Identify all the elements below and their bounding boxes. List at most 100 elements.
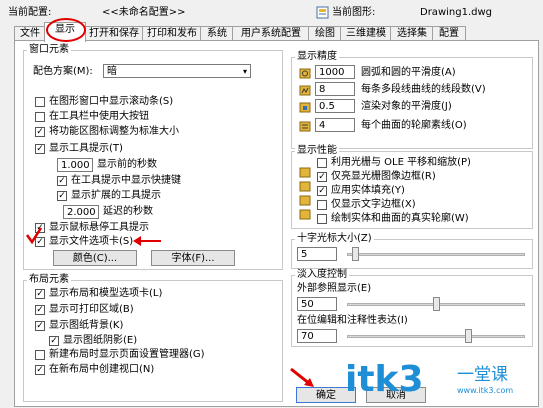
current-drawing-label: 当前图形: [332, 7, 376, 18]
printable-area-label: 显示可打印区域(B) [49, 304, 134, 315]
xref-display-value: 50 [301, 299, 314, 310]
tooltips-label: 显示工具提示(T) [49, 143, 123, 154]
show-extended-label: 显示扩展的工具提示 [71, 190, 161, 201]
fonts-button[interactable]: 字体(F)... [151, 250, 235, 266]
rollover-tooltips-label: 显示鼠标悬停工具提示 [49, 222, 149, 233]
render-smoothness-input[interactable]: 0.5 [315, 99, 355, 113]
solid-fill-label: 应用实体填充(Y) [331, 185, 405, 196]
true-silhouettes-check [317, 214, 327, 224]
red-checkmark-annotation [25, 227, 43, 245]
polyline-segments-icon [299, 84, 311, 96]
tab-open-save[interactable]: 打开和保存 [84, 26, 144, 41]
tab-system[interactable]: 系统 [200, 26, 234, 41]
contour-lines-label: 每个曲面的轮廓素线(O) [361, 120, 467, 131]
polyline-segments-input[interactable]: 8 [315, 82, 355, 96]
extended-delay-value: 2.000 [67, 207, 96, 218]
text-frame-icon [299, 208, 311, 220]
layout-model-tabs-check [35, 289, 45, 299]
solid-fill-check [317, 186, 327, 196]
paper-background-check [35, 321, 45, 331]
ribbon-icons-check [35, 127, 45, 137]
render-smoothness-label: 渲染对象的平滑度(J) [361, 101, 452, 112]
crosshair-slider-track [347, 253, 525, 256]
file-tabs-label: 显示文件选项卡(S) [49, 236, 134, 247]
raster-frame-check [317, 172, 327, 182]
raster-frame-icon [299, 180, 311, 192]
inplace-edit-label: 在位编辑和注释性表达(I) [297, 315, 408, 326]
color-scheme-select[interactable]: 暗 ▾ [103, 64, 251, 78]
display-tab-panel: 窗口元素 配色方案(M): 暗 ▾ 在图形窗口中显示滚动条(S) 在工具栏中使用… [14, 40, 539, 407]
page-setup-manager-label: 新建布局时显示页面设置管理器(G) [49, 349, 205, 360]
contour-lines-input[interactable]: 4 [315, 118, 355, 132]
ribbon-icons-label: 将功能区图标调整为标准大小 [49, 126, 179, 137]
large-buttons-check [35, 112, 45, 122]
printable-area-check [35, 305, 45, 315]
tooltip-delay-label: 显示前的秒数 [97, 159, 157, 170]
inplace-edit-input[interactable]: 70 [297, 329, 337, 343]
color-scheme-value: 暗 [107, 66, 117, 77]
create-viewport-label: 在新布局中创建视口(N) [49, 364, 155, 375]
layout-elements-title: 布局元素 [27, 274, 71, 286]
watermark-logo: itk3 一堂课 www.itk3.com [345, 358, 535, 406]
text-frame-label: 仅显示文字边框(X) [331, 199, 416, 210]
paper-shadow-label: 显示图纸阴影(E) [63, 335, 138, 346]
tooltip-delay-value: 1.000 [61, 160, 90, 171]
tab-drafting[interactable]: 绘图 [308, 26, 342, 41]
paper-shadow-check [49, 336, 59, 346]
render-smoothness-value: 0.5 [319, 101, 335, 112]
arc-smoothness-input[interactable]: 1000 [315, 65, 355, 79]
show-shortcut-check [57, 176, 67, 186]
colors-button[interactable]: 颜色(C)... [53, 250, 137, 266]
arc-smoothness-value: 1000 [319, 67, 345, 78]
render-smoothness-icon [299, 101, 311, 113]
tooltip-delay-input[interactable]: 1.000 [57, 158, 93, 172]
tab-3d-modeling[interactable]: 三维建模 [340, 26, 392, 41]
layout-model-tabs-label: 显示布局和模型选项卡(L) [49, 288, 163, 299]
inplace-slider[interactable] [465, 329, 472, 343]
text-frame-check [317, 200, 327, 210]
extended-delay-input[interactable]: 2.000 [63, 205, 99, 219]
inplace-edit-value: 70 [301, 331, 314, 342]
window-elements-title: 窗口元素 [27, 44, 71, 56]
raster-ole-check [317, 158, 327, 168]
tooltips-check [35, 144, 45, 154]
display-performance-title: 显示性能 [295, 145, 339, 157]
large-buttons-label: 在工具栏中使用大按钮 [49, 111, 149, 122]
crosshair-size-value: 5 [301, 249, 308, 260]
page-setup-manager-check [35, 350, 45, 360]
raster-frame-label: 仅亮显光栅图像边框(R) [331, 171, 436, 182]
crosshair-slider[interactable] [352, 247, 359, 261]
solid-fill-icon [299, 194, 311, 206]
polyline-segments-label: 每条多段线曲线的线段数(V) [361, 84, 486, 95]
raster-ole-icon [299, 166, 311, 178]
color-scheme-label: 配色方案(M): [33, 66, 93, 77]
tab-plot-publish[interactable]: 打印和发布 [142, 26, 202, 41]
tab-highlight-circle [46, 18, 86, 42]
tab-selection[interactable]: 选择集 [390, 26, 434, 41]
crosshair-title: 十字光标大小(Z) [295, 233, 374, 245]
true-silhouettes-label: 绘制实体和曲面的真实轮廓(W) [331, 213, 469, 224]
crosshair-size-input[interactable]: 5 [297, 247, 337, 261]
red-arrow-annotation [133, 236, 161, 246]
show-shortcut-label: 在工具提示中显示快捷键 [71, 175, 181, 186]
arc-smoothness-label: 圆弧和圆的平滑度(A) [361, 67, 456, 78]
display-resolution-title: 显示精度 [295, 51, 339, 63]
xref-display-label: 外部参照显示(E) [297, 283, 372, 294]
paper-background-label: 显示图纸背景(K) [49, 320, 124, 331]
polyline-segments-value: 8 [319, 84, 326, 95]
red-arrow-ok-annotation [290, 367, 314, 387]
extended-delay-label: 延迟的秒数 [103, 206, 153, 217]
current-drawing-value: Drawing1.dwg [420, 7, 492, 18]
watermark-text: itk3 [345, 359, 424, 400]
contour-lines-icon [299, 120, 311, 132]
inplace-slider-track [347, 335, 525, 338]
tab-profiles[interactable]: 配置 [432, 26, 466, 41]
tab-user-preferences[interactable]: 用户系统配置 [232, 26, 310, 41]
xref-display-input[interactable]: 50 [297, 297, 337, 311]
scrollbars-check [35, 97, 45, 107]
create-viewport-check [35, 365, 45, 375]
xref-slider[interactable] [433, 297, 440, 311]
watermark-url: www.itk3.com [457, 386, 514, 395]
tab-files[interactable]: 文件 [14, 26, 46, 41]
watermark-subtext: 一堂课 [457, 365, 508, 385]
